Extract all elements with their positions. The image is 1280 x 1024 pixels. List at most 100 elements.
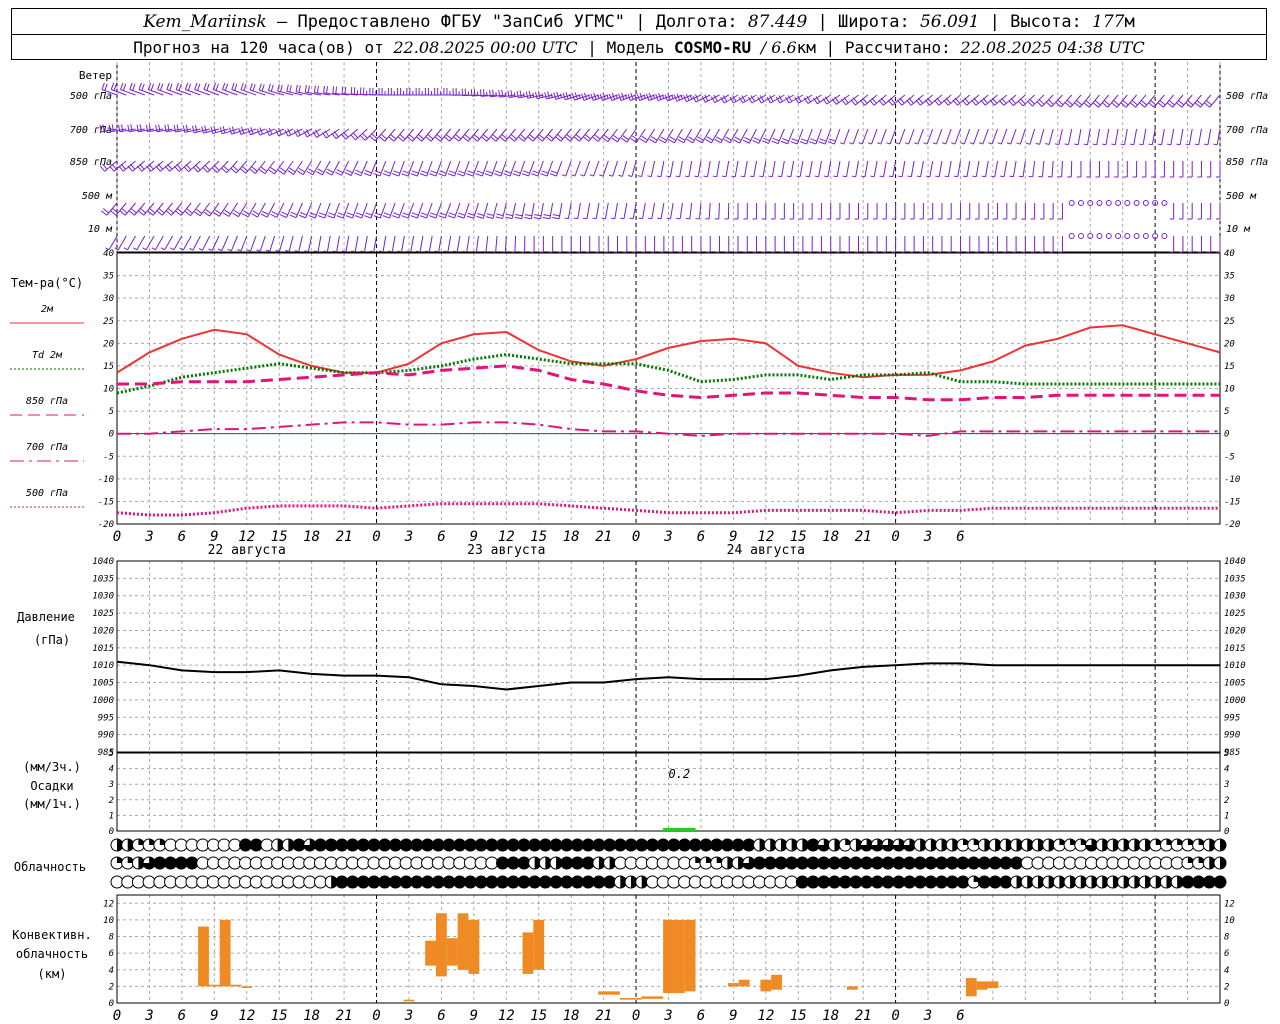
wind-barb-feather <box>521 173 529 177</box>
wind-barb <box>360 235 368 253</box>
cloud-circle <box>710 838 724 852</box>
cloud-symbol <box>206 856 220 870</box>
cloud-symbol <box>977 875 991 889</box>
cloud-symbol <box>731 875 745 889</box>
precip-ytick-right: 5 <box>1224 749 1229 759</box>
cloud-circle <box>292 838 306 852</box>
wind-barb-staff <box>565 160 572 177</box>
cloud-symbol <box>378 856 392 870</box>
cloud-symbol <box>849 856 863 870</box>
x-tick-label: 6 <box>437 529 445 545</box>
wind-level-label-right: 850 гПа <box>1226 157 1268 168</box>
wind-barb-staff <box>317 235 322 252</box>
cloud-symbol <box>324 875 338 889</box>
wind-barb-staff <box>917 128 924 145</box>
cloud-symbol <box>346 875 360 889</box>
wind-barb-feather <box>628 174 633 177</box>
cloud-symbol <box>656 838 670 852</box>
wind-barb-feather <box>908 97 914 104</box>
wind-barb-feather <box>1055 101 1062 108</box>
wind-barb-feather <box>464 134 471 140</box>
wind-barb <box>887 94 906 106</box>
wind-barb <box>863 203 869 220</box>
x-tick-label: 0 <box>113 1008 121 1024</box>
wind-barb <box>378 88 396 96</box>
wind-barb-feather <box>457 215 465 219</box>
wind-barb <box>1132 161 1138 178</box>
wind-barb <box>969 128 980 145</box>
cloud-circle <box>538 838 552 852</box>
wind-barb-feather <box>541 93 544 98</box>
wind-barb-staff <box>117 235 127 251</box>
wind-barb <box>826 236 832 253</box>
wind-barb <box>891 203 897 220</box>
wind-barb <box>136 160 155 172</box>
wind-barb-staff <box>642 202 646 219</box>
cloud-symbol <box>1020 856 1034 870</box>
wind-barb-feather <box>355 215 362 219</box>
wind-barb-feather <box>217 248 222 252</box>
cloud-circle <box>678 875 692 889</box>
wind-barb <box>1141 161 1147 178</box>
wind-barb-feather <box>476 170 484 174</box>
cloud-circle <box>260 856 274 870</box>
wind-barb-feather <box>514 216 522 220</box>
cloud-symbol <box>153 875 167 889</box>
wind-barb-feather <box>331 132 337 139</box>
temp-ytick-left: 15 <box>103 362 114 372</box>
wind-barb <box>1064 94 1082 108</box>
wind-barb-feather <box>355 169 363 174</box>
wind-barb-staff <box>873 160 878 177</box>
wind-barb-feather <box>534 214 542 217</box>
cloud-symbol <box>838 838 852 852</box>
wind-barb <box>520 235 526 253</box>
wind-barb-staff <box>994 160 999 177</box>
calm-wind-circle <box>1161 200 1168 206</box>
cloud-symbol <box>474 875 488 889</box>
x-tick-label: 0 <box>891 529 899 545</box>
wind-barb <box>453 235 461 253</box>
cloud-symbol <box>185 838 199 852</box>
wind-barb-staff <box>651 202 656 219</box>
wind-barb-feather <box>580 174 585 177</box>
date-label: 23 августа <box>467 543 545 558</box>
wind-barb <box>127 160 146 172</box>
cloud-circle <box>485 856 499 870</box>
cloud-circle <box>453 838 467 852</box>
cloud-symbol <box>1202 856 1216 870</box>
cloud-symbol <box>249 856 263 870</box>
wind-barb <box>174 160 192 172</box>
wind-barb-feather <box>890 97 896 104</box>
cloud-symbol <box>977 838 991 852</box>
wind-barb <box>508 128 526 142</box>
wind-barb <box>685 202 693 220</box>
cloud-circle <box>1042 856 1056 870</box>
cloud-symbol <box>1159 856 1173 870</box>
cloud-symbol <box>806 875 820 889</box>
wind-barb <box>539 236 544 253</box>
wind-barb-feather <box>297 170 304 176</box>
convective-bar <box>425 940 437 966</box>
wind-barb <box>564 128 581 142</box>
convective-bar <box>219 919 231 987</box>
wind-barb-feather <box>215 83 219 91</box>
wind-barb-feather <box>177 208 184 214</box>
wind-barb-feather <box>641 135 648 141</box>
wind-barb <box>471 128 489 142</box>
cloud-circle <box>517 856 531 870</box>
convective-ytick-left: 10 <box>103 916 114 926</box>
wind-barb-feather <box>592 136 599 142</box>
wind-barb <box>1139 128 1147 146</box>
cloud-symbol <box>710 875 724 889</box>
wind-barb-feather <box>393 170 401 174</box>
cloud-circle <box>228 856 242 870</box>
calm-wind-circle <box>1115 233 1122 239</box>
wind-barb-feather <box>270 84 274 92</box>
cloud-symbol <box>410 856 424 870</box>
wind-barb-staff <box>164 235 174 251</box>
cloud-circle <box>549 838 563 852</box>
wind-barb-staff <box>818 160 822 177</box>
wind-barb <box>1169 236 1175 253</box>
pressure-ytick-left: 1015 <box>92 644 114 654</box>
wind-barb-staff <box>920 160 924 177</box>
